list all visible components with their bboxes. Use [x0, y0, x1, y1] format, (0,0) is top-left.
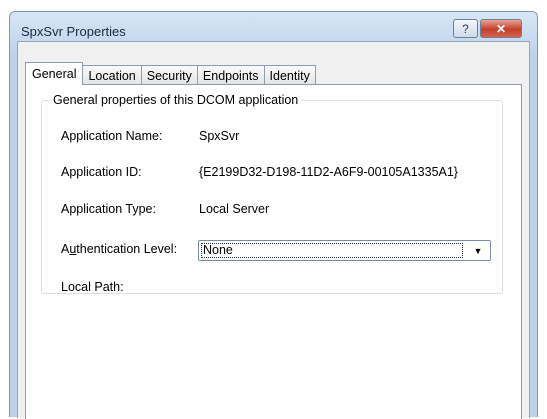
app-name-label: Application Name: [61, 129, 163, 143]
window-title: SpxSvr Properties [21, 24, 126, 39]
chevron-down-icon[interactable]: ▼ [469, 243, 487, 258]
dialog-client: General Location Security Endpoints Iden… [17, 41, 530, 419]
tab-location[interactable]: Location [82, 65, 142, 85]
auth-level-label: Authentication Level: [61, 242, 177, 256]
tab-identity[interactable]: Identity [263, 65, 316, 85]
close-button[interactable]: ✕ [480, 19, 522, 38]
general-properties-group: General properties of this DCOM applicat… [41, 93, 503, 294]
auth-level-select[interactable]: None ▼ [198, 240, 491, 261]
app-id-value: {E2199D32-D198-11D2-A6F9-00105A1335A1} [199, 165, 458, 179]
app-type-value: Local Server [199, 202, 270, 216]
properties-window: SpxSvr Properties ? ✕ General Location S… [9, 11, 538, 419]
auth-level-value: None [201, 243, 463, 258]
tab-endpoints[interactable]: Endpoints [196, 65, 265, 85]
tab-security[interactable]: Security [140, 65, 198, 85]
local-path-label: Local Path: [61, 280, 124, 294]
app-id-label: Application ID: [61, 165, 142, 179]
help-button[interactable]: ? [453, 19, 478, 38]
app-name-value: SpxSvr [199, 129, 240, 143]
auth-label-rest: thentication Level: [76, 242, 178, 256]
tab-general[interactable]: General [25, 62, 84, 85]
tab-strip: General Location Security Endpoints Iden… [25, 62, 316, 85]
general-tab-panel: General properties of this DCOM applicat… [25, 84, 522, 419]
group-title: General properties of this DCOM applicat… [53, 93, 299, 107]
app-type-label: Application Type: [61, 202, 156, 216]
